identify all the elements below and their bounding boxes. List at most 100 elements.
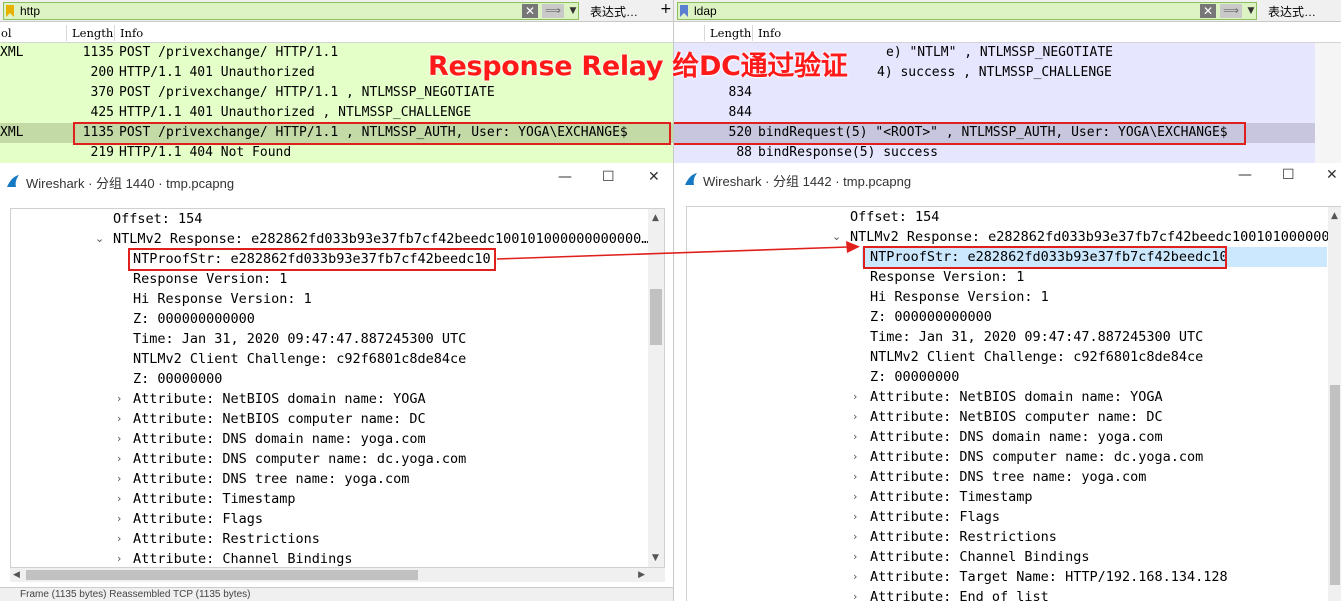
chevron-right-icon[interactable]: › xyxy=(853,507,857,527)
column-length[interactable]: Length xyxy=(72,26,113,40)
chevron-down-icon[interactable]: ⌄ xyxy=(832,227,841,247)
chevron-down-icon[interactable]: ▼ xyxy=(1244,4,1258,18)
packet-row[interactable]: 844 xyxy=(674,103,1315,123)
bookmark-icon[interactable] xyxy=(680,5,688,17)
chevron-right-icon[interactable]: › xyxy=(853,587,857,601)
clear-icon[interactable]: ✕ xyxy=(1200,4,1216,18)
tree-item[interactable]: Attribute: Timestamp xyxy=(133,489,296,509)
chevron-right-icon[interactable]: › xyxy=(117,389,121,409)
scroll-thumb[interactable] xyxy=(26,570,418,580)
chevron-right-icon[interactable]: › xyxy=(853,407,857,427)
clear-icon[interactable]: ✕ xyxy=(522,4,538,18)
tree-item[interactable]: Attribute: DNS tree name: yoga.com xyxy=(870,467,1146,487)
tree-item[interactable]: Attribute: DNS computer name: dc.yoga.co… xyxy=(870,447,1203,467)
tree-item[interactable]: Attribute: End of list xyxy=(870,587,1049,601)
minimize-button[interactable]: — xyxy=(558,169,572,185)
column-info[interactable]: Info xyxy=(120,26,143,40)
tree-item[interactable]: Attribute: Target Name: HTTP/192.168.134… xyxy=(870,567,1228,587)
packet-row[interactable]: 834 xyxy=(674,83,1315,103)
tree-item[interactable]: Time: Jan 31, 2020 09:47:47.887245300 UT… xyxy=(870,327,1203,347)
tree-item[interactable]: Attribute: NetBIOS domain name: YOGA xyxy=(133,389,426,409)
chevron-right-icon[interactable]: › xyxy=(853,487,857,507)
tree-item[interactable]: Offset: 154 xyxy=(850,207,939,227)
packet-row[interactable]: 370 POST /privexchange/ HTTP/1.1 , NTLMS… xyxy=(0,83,673,103)
display-filter-input[interactable]: http ✕ ⟹ ▼ xyxy=(3,2,579,20)
maximize-button[interactable]: ☐ xyxy=(602,169,615,185)
minimize-button[interactable]: — xyxy=(1238,167,1252,183)
display-filter-input[interactable]: ldap ✕ ⟹ ▼ xyxy=(677,2,1257,20)
chevron-down-icon[interactable]: ⌄ xyxy=(95,229,104,249)
bookmark-icon[interactable] xyxy=(6,5,14,17)
tree-item[interactable]: Attribute: NetBIOS computer name: DC xyxy=(870,407,1163,427)
expression-button[interactable]: 表达式… xyxy=(1268,3,1316,20)
tree-item[interactable]: Attribute: Restrictions xyxy=(870,527,1057,547)
vertical-scrollbar[interactable]: ▲ ▼ xyxy=(648,209,664,567)
chevron-right-icon[interactable]: › xyxy=(117,409,121,429)
filter-text[interactable]: ldap xyxy=(694,4,717,18)
tree-item[interactable]: NTLMv2 Client Challenge: c92f6801c8de84c… xyxy=(133,349,466,369)
tree-item[interactable]: Response Version: 1 xyxy=(870,267,1024,287)
chevron-right-icon[interactable]: › xyxy=(853,547,857,567)
packet-window-titlebar: Wireshark · 分组 1440 · tmp.pcapng — ☐ ✕ xyxy=(0,166,673,196)
byte-pane-tabs[interactable]: Frame (1135 bytes) Reassembled TCP (1135… xyxy=(0,587,673,601)
chevron-down-icon[interactable]: ▼ xyxy=(566,4,580,18)
tree-item[interactable]: Attribute: Flags xyxy=(133,509,263,529)
tree-item[interactable]: Time: Jan 31, 2020 09:47:47.887245300 UT… xyxy=(133,329,466,349)
scroll-thumb[interactable] xyxy=(650,289,662,345)
packet-row[interactable]: 219 HTTP/1.1 404 Not Found xyxy=(0,143,673,163)
tree-item[interactable]: Response Version: 1 xyxy=(133,269,287,289)
scroll-thumb[interactable] xyxy=(1330,385,1340,585)
close-button[interactable]: ✕ xyxy=(1326,167,1338,183)
tree-item[interactable]: Attribute: DNS domain name: yoga.com xyxy=(870,427,1163,447)
chevron-right-icon[interactable]: › xyxy=(117,529,121,549)
tree-item[interactable]: Attribute: Channel Bindings xyxy=(133,549,352,567)
annotation-text: Response Relay 给DC通过验证 xyxy=(428,51,848,82)
chevron-right-icon[interactable]: › xyxy=(853,387,857,407)
chevron-right-icon[interactable]: › xyxy=(853,527,857,547)
tree-item[interactable]: Attribute: Channel Bindings xyxy=(870,547,1089,567)
apply-arrow-icon[interactable]: ⟹ xyxy=(542,4,564,18)
chevron-right-icon[interactable]: › xyxy=(853,567,857,587)
chevron-right-icon[interactable]: › xyxy=(853,447,857,467)
tree-item[interactable]: Attribute: DNS computer name: dc.yoga.co… xyxy=(133,449,466,469)
tree-item[interactable]: Z: 00000000 xyxy=(133,369,222,389)
packet-row[interactable]: 88 bindResponse(5) success xyxy=(674,143,1315,163)
chevron-right-icon[interactable]: › xyxy=(117,469,121,489)
packet-list-scrollbar[interactable] xyxy=(1315,43,1341,163)
packet-row[interactable]: 425 HTTP/1.1 401 Unauthorized , NTLMSSP_… xyxy=(0,103,673,123)
add-filter-button[interactable]: + xyxy=(660,1,672,17)
chevron-right-icon[interactable]: › xyxy=(853,467,857,487)
column-length[interactable]: Length xyxy=(710,26,751,40)
filter-text[interactable]: http xyxy=(20,4,40,18)
tree-item[interactable]: Hi Response Version: 1 xyxy=(870,287,1049,307)
tree-item[interactable]: Z: 000000000000 xyxy=(870,307,992,327)
tree-item[interactable]: Attribute: Timestamp xyxy=(870,487,1033,507)
tree-item[interactable]: Attribute: NetBIOS domain name: YOGA xyxy=(870,387,1163,407)
chevron-right-icon[interactable]: › xyxy=(117,549,121,567)
tree-item[interactable]: Attribute: DNS tree name: yoga.com xyxy=(133,469,409,489)
maximize-button[interactable]: ☐ xyxy=(1282,167,1295,183)
vertical-scrollbar[interactable]: ▲ xyxy=(1328,207,1341,601)
apply-arrow-icon[interactable]: ⟹ xyxy=(1220,4,1242,18)
close-button[interactable]: ✕ xyxy=(648,169,660,185)
chevron-right-icon[interactable]: › xyxy=(853,427,857,447)
tree-item[interactable]: Hi Response Version: 1 xyxy=(133,289,312,309)
tree-item[interactable]: Attribute: Flags xyxy=(870,507,1000,527)
chevron-right-icon[interactable]: › xyxy=(117,429,121,449)
chevron-right-icon[interactable]: › xyxy=(117,489,121,509)
column-info[interactable]: Info xyxy=(758,26,781,40)
horizontal-scrollbar[interactable]: ◀ ▶ xyxy=(10,568,665,582)
tree-item[interactable]: Z: 000000000000 xyxy=(133,309,255,329)
tree-item[interactable]: Z: 00000000 xyxy=(870,367,959,387)
tree-item[interactable]: NTLMv2 Response: e282862fd033b93e37fb7cf… xyxy=(113,229,649,249)
tree-item[interactable]: NTLMv2 Client Challenge: c92f6801c8de84c… xyxy=(870,347,1203,367)
chevron-right-icon[interactable]: › xyxy=(117,509,121,529)
chevron-right-icon[interactable]: › xyxy=(117,449,121,469)
tree-item[interactable]: NTLMv2 Response: e282862fd033b93e37fb7cf… xyxy=(850,227,1341,247)
tree-item[interactable]: Attribute: NetBIOS computer name: DC xyxy=(133,409,426,429)
column-protocol[interactable]: ol xyxy=(1,26,12,40)
tree-item[interactable]: Attribute: Restrictions xyxy=(133,529,320,549)
tree-item[interactable]: Offset: 154 xyxy=(113,209,202,229)
expression-button[interactable]: 表达式… xyxy=(590,3,638,20)
tree-item[interactable]: Attribute: DNS domain name: yoga.com xyxy=(133,429,426,449)
